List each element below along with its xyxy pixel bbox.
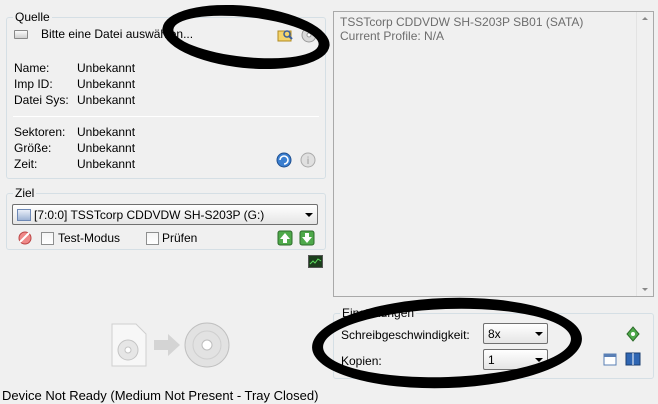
field-value: Unbekannt <box>77 77 136 91</box>
verify-checkbox[interactable] <box>146 232 159 245</box>
svg-text:i: i <box>307 156 310 167</box>
drive-icon <box>17 209 31 221</box>
arrow-down-icon[interactable] <box>299 230 315 246</box>
field-value: Unbekannt <box>77 93 136 107</box>
source-group-title: Quelle <box>13 10 52 24</box>
refresh-icon[interactable] <box>276 152 292 168</box>
field-label: Größe: <box>14 141 52 155</box>
target-group: Ziel [7:0:0] TSSTcorp CDDVDW SH-S203P (G… <box>6 186 326 250</box>
verify-label: Prüfen <box>162 231 198 245</box>
drive-select-value: [7:0:0] TSSTcorp CDDVDW SH-S203P (G:) <box>34 208 265 222</box>
info-icon[interactable]: i <box>300 152 316 168</box>
arrow-up-icon[interactable] <box>277 230 293 246</box>
disc-drive-icon <box>14 30 28 39</box>
field-label: Sektoren: <box>14 125 66 139</box>
field-value: Unbekannt <box>77 157 136 171</box>
log-icon[interactable] <box>308 255 323 268</box>
drive-profile-line: Current Profile: N/A <box>340 29 445 43</box>
drive-info-panel[interactable]: TSSTcorp CDDVDW SH-S203P SB01 (SATA) Cur… <box>333 11 654 297</box>
field-value: Unbekannt <box>77 125 136 139</box>
field-value: Unbekannt <box>77 141 136 155</box>
field-label: Datei Sys: <box>14 93 69 107</box>
status-bar: Device Not Ready (Medium Not Present - T… <box>2 388 319 403</box>
field-label: Name: <box>14 61 50 75</box>
calendar-icon[interactable] <box>602 351 618 367</box>
target-group-title: Ziel <box>13 186 37 200</box>
test-mode-label: Test-Modus <box>58 231 121 245</box>
erase-disc-icon[interactable] <box>17 230 33 246</box>
chevron-down-icon <box>305 213 313 217</box>
scroll-up-icon[interactable] <box>642 17 648 20</box>
book-icon[interactable] <box>625 351 641 367</box>
scrollbar[interactable] <box>636 12 653 296</box>
field-label: Zeit: <box>14 157 38 171</box>
field-value: Unbekannt <box>77 61 136 75</box>
recycle-icon[interactable] <box>625 326 641 342</box>
burn-graphic[interactable] <box>110 320 232 370</box>
scroll-down-icon[interactable] <box>642 288 648 291</box>
test-mode-checkbox[interactable] <box>41 232 54 245</box>
field-label: Imp ID: <box>14 77 53 91</box>
divider <box>13 116 319 117</box>
drive-select[interactable]: [7:0:0] TSSTcorp CDDVDW SH-S203P (G:) <box>12 204 318 225</box>
drive-info-line: TSSTcorp CDDVDW SH-S203P SB01 (SATA) <box>340 15 584 29</box>
